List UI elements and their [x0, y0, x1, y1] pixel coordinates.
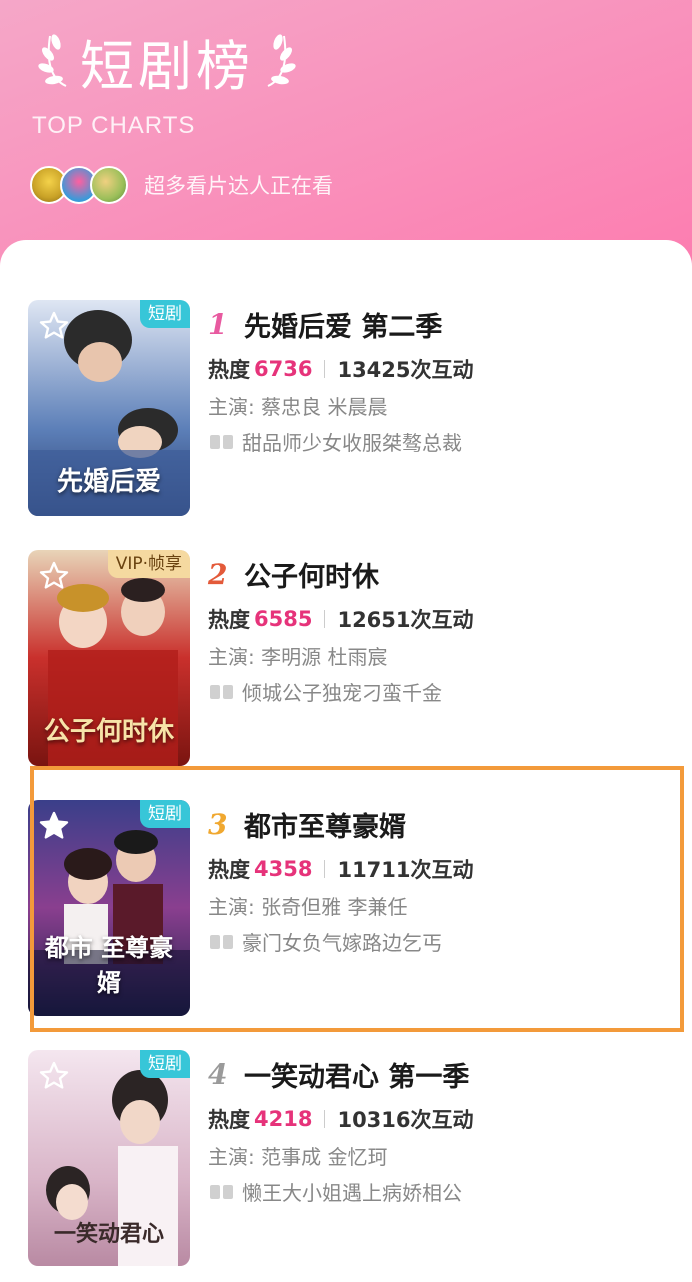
- title-row: 短剧榜: [36, 24, 298, 98]
- avatar: [90, 166, 128, 204]
- genre-tag: 短剧: [140, 300, 190, 328]
- description-row: 倾城公子独宠刁蛮千金: [208, 676, 474, 706]
- star-icon[interactable]: [38, 310, 70, 342]
- description-text: 倾城公子独宠刁蛮千金: [242, 680, 442, 705]
- star-icon[interactable]: [38, 1060, 70, 1092]
- list-item[interactable]: 短剧 先婚后爱 1 先婚后爱 第二季 热度 6736 13425次互动 主演: …: [0, 300, 692, 520]
- interaction-count: 12651次互动: [337, 608, 474, 632]
- name-row: 4 一笑动君心 第一季: [208, 1054, 474, 1094]
- description-row: 甜品师少女收服桀骜总裁: [208, 426, 474, 456]
- poster-title: 一笑动君心: [53, 1221, 164, 1247]
- interaction-count: 13425次互动: [337, 358, 474, 382]
- drama-title[interactable]: 一笑动君心 第一季: [244, 1055, 469, 1094]
- drama-title[interactable]: 公子何时休: [244, 555, 379, 594]
- cast-text: 主演: 蔡忠良 米晨晨: [208, 395, 388, 419]
- drama-title[interactable]: 先婚后爱 第二季: [244, 305, 442, 344]
- item-info: 2 公子何时休 热度 6585 12651次互动 主演: 李明源 杜雨宸 倾城公…: [208, 554, 474, 706]
- description-text: 甜品师少女收服桀骜总裁: [242, 430, 462, 455]
- divider: [324, 360, 326, 378]
- divider: [324, 1110, 326, 1128]
- interaction-count: 10316次互动: [337, 1108, 474, 1132]
- selection-highlight: [30, 766, 684, 1032]
- name-row: 2 公子何时休: [208, 554, 474, 594]
- poster[interactable]: VIP·帧享 公子何时休: [28, 550, 190, 766]
- heat-value: 6585: [254, 607, 313, 631]
- poster-title: 公子何时休: [43, 717, 174, 747]
- header: 短剧榜 TOP CHARTS 超多看片达人正在看: [0, 0, 692, 260]
- laurel-left-icon: [38, 34, 67, 87]
- heat-value: 4218: [254, 1107, 313, 1131]
- poster-title: 先婚后爱: [56, 467, 161, 497]
- heat-label: 热度: [208, 358, 250, 382]
- genre-tag: 短剧: [140, 1050, 190, 1078]
- laurel-right-icon: [267, 34, 296, 87]
- heat-label: 热度: [208, 608, 250, 632]
- cast-text: 主演: 范事成 金忆珂: [208, 1145, 388, 1169]
- quote-icon: [210, 1185, 233, 1199]
- item-info: 4 一笑动君心 第一季 热度 4218 10316次互动 主演: 范事成 金忆珂…: [208, 1054, 474, 1206]
- cast-text: 主演: 李明源 杜雨宸: [208, 645, 388, 669]
- stats-row: 热度 6736 13425次互动: [208, 354, 474, 384]
- page-title: 短剧榜: [80, 34, 254, 98]
- heat-label: 热度: [208, 1108, 250, 1132]
- rank-number: 2: [208, 557, 228, 591]
- name-row: 1 先婚后爱 第二季: [208, 304, 474, 344]
- vip-tag: VIP·帧享: [107, 550, 190, 578]
- heat-value: 6736: [254, 357, 313, 381]
- divider: [324, 610, 326, 628]
- poster[interactable]: 短剧 先婚后爱: [28, 300, 190, 516]
- watchers-row[interactable]: 超多看片达人正在看: [30, 166, 333, 204]
- description-row: 懒王大小姐遇上病娇相公: [208, 1176, 474, 1206]
- rank-number: 1: [208, 307, 228, 341]
- watchers-text: 超多看片达人正在看: [144, 174, 333, 198]
- quote-icon: [210, 685, 233, 699]
- list-item[interactable]: 短剧 一笑动君心 4 一笑动君心 第一季 热度 4218 10316次互动 主演…: [0, 1050, 692, 1270]
- stats-row: 热度 6585 12651次互动: [208, 604, 474, 634]
- item-info: 1 先婚后爱 第二季 热度 6736 13425次互动 主演: 蔡忠良 米晨晨 …: [208, 304, 474, 456]
- description-text: 懒王大小姐遇上病娇相公: [242, 1180, 462, 1205]
- stats-row: 热度 4218 10316次互动: [208, 1104, 474, 1134]
- star-icon[interactable]: [38, 560, 70, 592]
- avatar-group: [30, 166, 128, 204]
- poster[interactable]: 短剧 一笑动君心: [28, 1050, 190, 1266]
- list-item[interactable]: VIP·帧享 公子何时休 2 公子何时休 热度 6585 12651次互动 主演…: [0, 550, 692, 770]
- quote-icon: [210, 435, 233, 449]
- subtitle: TOP CHARTS: [32, 112, 196, 139]
- rank-number: 4: [208, 1057, 228, 1091]
